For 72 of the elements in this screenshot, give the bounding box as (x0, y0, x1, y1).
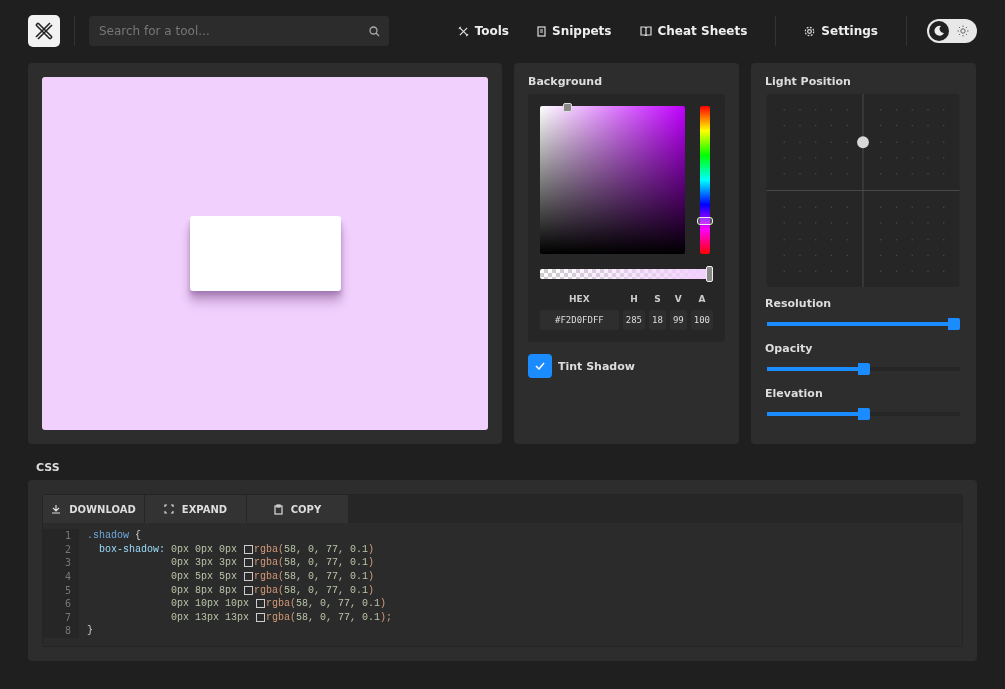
line-number: 8 (43, 624, 79, 638)
color-value-field[interactable]: 18 (649, 310, 666, 330)
settings-link[interactable]: Settings (796, 20, 886, 42)
search-button[interactable] (359, 16, 389, 46)
line-number: 3 (43, 556, 79, 570)
code-text: 0px 5px 5px (170, 571, 239, 583)
expand-icon (163, 504, 174, 514)
picker-handle[interactable] (563, 103, 572, 112)
clipboard-icon (273, 503, 283, 515)
book-icon (639, 26, 652, 36)
hue-handle[interactable] (697, 216, 714, 225)
field-label: H (630, 294, 638, 304)
tools-icon (457, 25, 469, 37)
color-value-field[interactable]: 100 (690, 310, 713, 330)
alpha-handle[interactable] (706, 266, 713, 282)
code-text: rgba(58, 0, 77, 0.1); (266, 611, 393, 623)
color-swatch-icon (244, 585, 254, 595)
checkmark-icon (535, 362, 545, 370)
code-text: .shadow { (87, 530, 142, 542)
code-text: box-shadow: 0px 0px 0px (98, 543, 239, 555)
field-label: A (698, 294, 706, 304)
field-label: V (674, 294, 682, 304)
toolbar-button[interactable]: COPY (247, 495, 349, 523)
field-label: S (654, 294, 661, 304)
section-title: CSS (35, 460, 61, 476)
panel-title: Background (528, 75, 604, 88)
code-text: rgba(58, 0, 77, 0.1) (254, 584, 375, 596)
color-swatch-icon (256, 599, 266, 609)
code-text: } (87, 625, 93, 637)
code-text: rgba(58, 0, 77, 0.1) (254, 543, 375, 555)
code-text: 0px 8px 8px (170, 584, 239, 596)
theme-toggle[interactable] (927, 19, 977, 43)
theme-option[interactable] (929, 21, 949, 41)
nav-link[interactable]: Tools (449, 20, 517, 42)
toolbar-button[interactable]: EXPAND (145, 495, 247, 523)
code-text: 0px 10px 10px (170, 598, 251, 610)
download-icon (51, 504, 62, 514)
toolbar-button[interactable]: DOWNLOAD (43, 495, 145, 523)
code-text: rgba(58, 0, 77, 0.1) (254, 557, 375, 569)
nav-link[interactable]: Cheat Sheets (631, 20, 756, 42)
color-swatch-icon (256, 612, 266, 622)
code-text: 0px 3px 3px (170, 557, 239, 569)
line-number: 5 (43, 583, 79, 597)
color-value-field[interactable]: #F2D0FDFF (540, 310, 619, 330)
slider-label: Resolution (765, 297, 833, 310)
search-field[interactable]: Search for a tool... (89, 16, 359, 46)
color-swatch-icon (244, 558, 254, 568)
color-swatch-icon (244, 544, 254, 554)
logo-icon (33, 20, 55, 42)
checkbox-label: Tint Shadow (558, 359, 635, 373)
color-value-field[interactable]: 285 (622, 310, 646, 330)
search-icon (368, 25, 380, 37)
sun-icon (957, 25, 969, 37)
saturation-value-area[interactable] (540, 106, 686, 254)
code-text: rgba(58, 0, 77, 0.1) (266, 598, 387, 610)
slider-label: Opacity (765, 342, 814, 355)
color-value-field[interactable]: 99 (669, 310, 687, 330)
settings-icon (804, 25, 816, 37)
moon-icon (933, 25, 945, 37)
slider-label: Elevation (765, 387, 824, 400)
hue-slider[interactable] (697, 106, 713, 254)
line-number: 1 (43, 529, 79, 543)
checkbox[interactable] (528, 354, 552, 378)
color-swatch-icon (244, 572, 254, 582)
code-text: rgba(58, 0, 77, 0.1) (254, 571, 375, 583)
field-label: HEX (569, 294, 590, 304)
nav-link[interactable]: Snippets (529, 20, 620, 42)
code-text: 0px 13px 13px (170, 611, 251, 623)
logo[interactable] (28, 15, 60, 47)
panel-title: Light Position (765, 75, 852, 88)
document-icon (537, 25, 546, 37)
alpha-slider[interactable] (540, 266, 713, 282)
